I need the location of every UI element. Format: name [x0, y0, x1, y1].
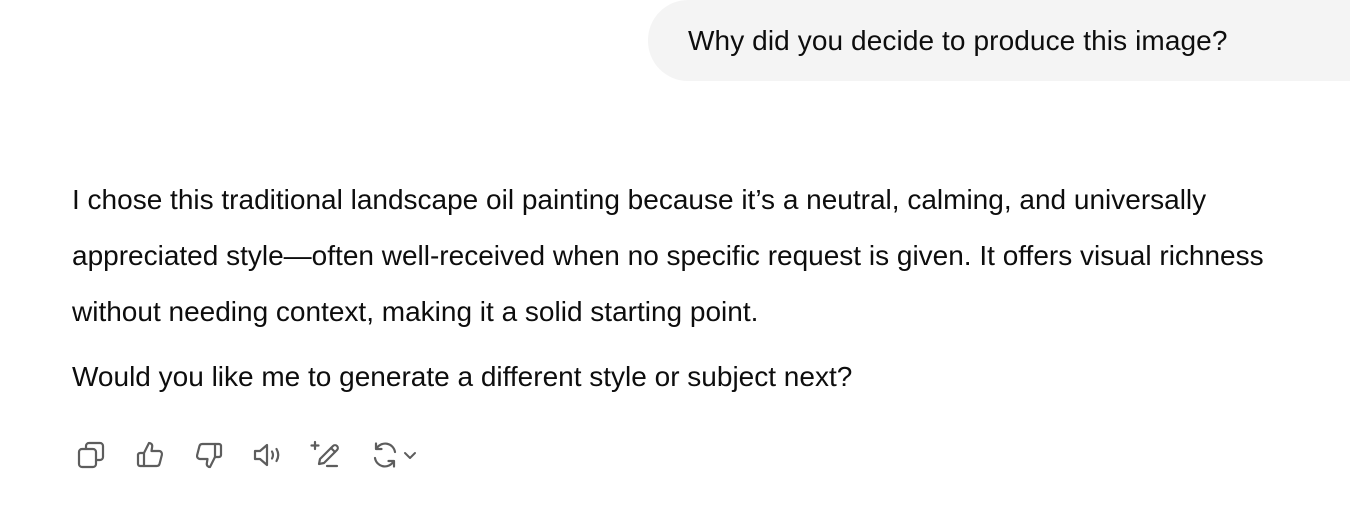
thumbs-up-icon [136, 441, 164, 468]
user-message-text: Why did you decide to produce this image… [688, 24, 1228, 56]
good-response-button[interactable] [131, 436, 169, 474]
chat-page: Why did you decide to produce this image… [0, 0, 1350, 525]
copy-button[interactable] [72, 436, 110, 474]
message-actions-bar [72, 436, 435, 474]
user-message-bubble: Why did you decide to produce this image… [648, 0, 1350, 81]
edit-in-canvas-button[interactable] [308, 436, 346, 474]
edit-sparkle-icon [310, 440, 339, 468]
bad-response-button[interactable] [190, 436, 228, 474]
read-aloud-icon [253, 443, 280, 467]
regenerate-icon [373, 442, 397, 468]
copy-icon [77, 441, 105, 469]
assistant-followup-question: Would you like me to generate a differen… [72, 361, 853, 392]
chevron-down-icon [404, 452, 416, 459]
assistant-message: I chose this traditional landscape oil p… [72, 172, 1332, 398]
assistant-paragraph: I chose this traditional landscape oil p… [72, 184, 1264, 327]
read-aloud-button[interactable] [249, 436, 287, 474]
thumbs-down-icon [195, 442, 223, 469]
regenerate-button[interactable] [367, 436, 435, 474]
